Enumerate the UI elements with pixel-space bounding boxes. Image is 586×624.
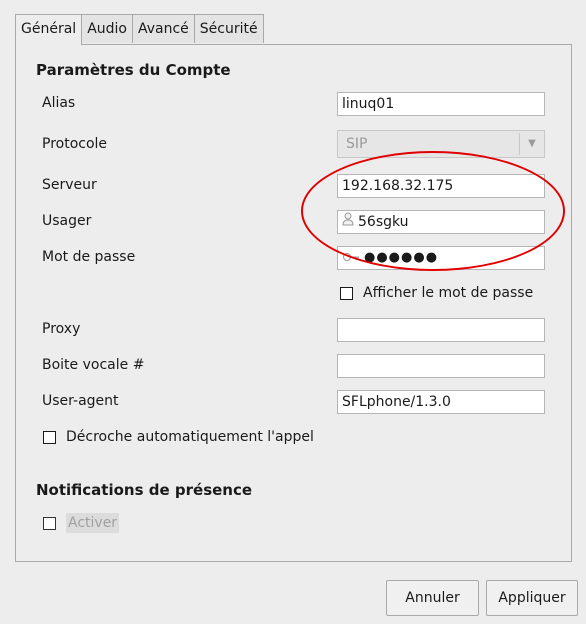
cancel-button[interactable]: Annuler — [386, 580, 479, 616]
auto-answer-row[interactable]: Décroche automatiquement l'appel — [43, 429, 314, 445]
show-password-checkbox[interactable] — [340, 286, 353, 300]
server-input[interactable] — [337, 174, 545, 198]
server-label: Serveur — [42, 177, 97, 193]
user-agent-label: User-agent — [42, 393, 119, 409]
auto-answer-checkbox[interactable] — [43, 430, 56, 444]
chevron-down-icon: ▼ — [519, 133, 544, 155]
password-dots: ●●●●●● — [364, 250, 439, 265]
voicemail-input[interactable] — [337, 354, 545, 378]
user-input[interactable]: 56sgku — [337, 210, 545, 234]
show-password-row[interactable]: Afficher le mot de passe — [340, 285, 533, 301]
user-value: 56sgku — [358, 214, 409, 230]
alias-label: Alias — [42, 95, 76, 111]
tab-general[interactable]: Général — [15, 14, 83, 45]
user-label: Usager — [42, 213, 92, 229]
key-icon — [342, 247, 360, 269]
password-input[interactable]: ●●●●●● — [337, 246, 545, 270]
presence-section-title: Notifications de présence — [36, 481, 253, 499]
presence-enable-row: Activer — [43, 513, 120, 533]
show-password-label: Afficher le mot de passe — [363, 285, 534, 301]
protocol-select: SIP ▼ — [337, 130, 545, 158]
password-label: Mot de passe — [42, 249, 136, 265]
tab-audio[interactable]: Audio — [81, 14, 133, 43]
protocol-label: Protocole — [42, 136, 108, 152]
presence-enable-label: Activer — [66, 513, 120, 533]
proxy-input[interactable] — [337, 318, 545, 342]
proxy-label: Proxy — [42, 321, 81, 337]
tab-advanced[interactable]: Avancé — [131, 14, 195, 43]
account-section-title: Paramètres du Compte — [36, 61, 231, 79]
alias-input[interactable] — [337, 92, 545, 116]
user-icon — [342, 211, 354, 233]
protocol-value: SIP — [346, 136, 368, 152]
voicemail-label: Boite vocale # — [42, 357, 145, 373]
tab-security[interactable]: Sécurité — [193, 14, 264, 43]
presence-enable-checkbox — [43, 516, 56, 530]
user-agent-input[interactable] — [337, 390, 545, 414]
auto-answer-label: Décroche automatiquement l'appel — [66, 429, 314, 445]
apply-button[interactable]: Appliquer — [486, 580, 578, 616]
tab-bar: Général Audio Avancé Sécurité — [15, 14, 264, 45]
